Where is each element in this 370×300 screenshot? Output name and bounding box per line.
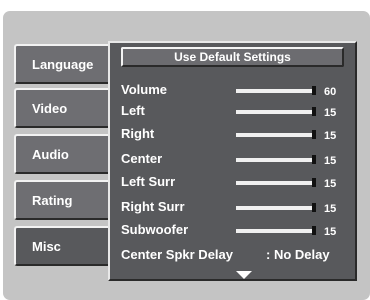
slider-row-right[interactable]: Right 15 [110, 125, 355, 143]
right-slider-track[interactable] [236, 130, 316, 139]
right-slider-knob[interactable] [312, 130, 316, 139]
slider-row-volume[interactable]: Volume 60 [110, 81, 355, 99]
tab-audio-label: Audio [32, 146, 69, 162]
volume-slider-knob[interactable] [312, 86, 316, 95]
settings-panel: Use Default Settings Volume 60 Left 15 R… [108, 41, 357, 281]
tab-misc[interactable]: Misc [14, 226, 114, 266]
slider-row-right-surr[interactable]: Right Surr 15 [110, 198, 355, 216]
left-slider-track[interactable] [236, 107, 316, 116]
center-value: 15 [324, 155, 337, 167]
use-default-settings-button[interactable]: Use Default Settings [121, 47, 344, 67]
slider-row-left-surr[interactable]: Left Surr 15 [110, 173, 355, 191]
volume-slider-track[interactable] [236, 86, 316, 95]
right-surr-slider-knob[interactable] [312, 203, 316, 212]
tab-language[interactable]: Language [14, 44, 114, 84]
slider-row-subwoofer[interactable]: Subwoofer 15 [110, 221, 355, 239]
center-spkr-delay-row[interactable]: Center Spkr Delay : No Delay [110, 246, 355, 264]
tab-language-label: Language [32, 56, 94, 72]
triangle-down-icon[interactable] [236, 271, 252, 279]
center-spkr-delay-label: Center Spkr Delay [121, 247, 233, 262]
subwoofer-label: Subwoofer [121, 222, 189, 237]
tab-video-label: Video [32, 100, 68, 116]
center-slider-knob[interactable] [312, 155, 316, 164]
subwoofer-slider-track[interactable] [236, 226, 316, 235]
slider-row-left[interactable]: Left 15 [110, 102, 355, 120]
slider-row-center[interactable]: Center 15 [110, 150, 355, 168]
right-value: 15 [324, 130, 337, 142]
left-surr-value: 15 [324, 178, 337, 190]
subwoofer-value: 15 [324, 226, 337, 238]
right-surr-value: 15 [324, 203, 337, 215]
tab-video[interactable]: Video [14, 88, 114, 128]
left-slider-knob[interactable] [312, 107, 316, 116]
left-surr-label: Left Surr [121, 174, 176, 189]
subwoofer-slider-knob[interactable] [312, 226, 316, 235]
center-label: Center [121, 151, 163, 166]
left-value: 15 [324, 107, 337, 119]
tab-audio[interactable]: Audio [14, 134, 114, 174]
right-label: Right [121, 126, 155, 141]
tab-rating[interactable]: Rating [14, 180, 114, 220]
right-surr-slider-track[interactable] [236, 203, 316, 212]
tab-rating-label: Rating [32, 192, 73, 208]
center-slider-track[interactable] [236, 155, 316, 164]
right-surr-label: Right Surr [121, 199, 185, 214]
use-default-settings-label: Use Default Settings [174, 50, 291, 64]
left-surr-slider-knob[interactable] [312, 178, 316, 187]
center-spkr-delay-value[interactable]: : No Delay [266, 246, 330, 264]
left-surr-slider-track[interactable] [236, 178, 316, 187]
left-label: Left [121, 103, 145, 118]
tab-misc-label: Misc [32, 238, 61, 254]
volume-value: 60 [324, 86, 337, 98]
volume-label: Volume [121, 82, 167, 97]
